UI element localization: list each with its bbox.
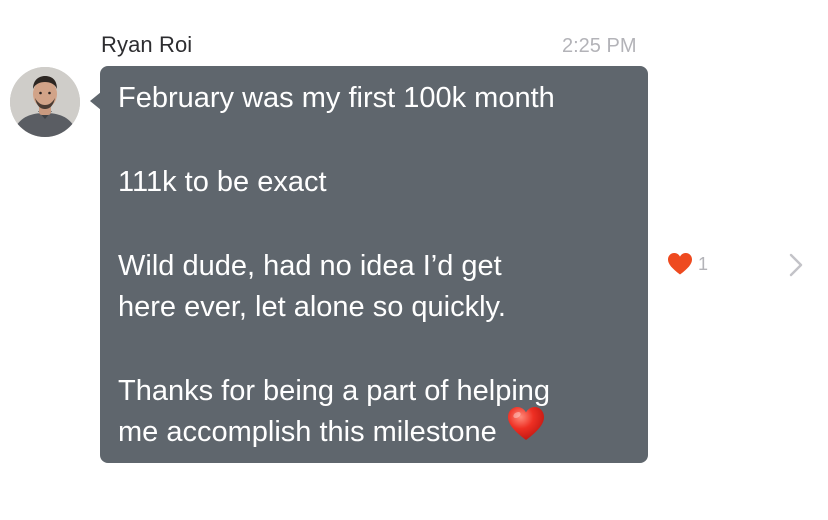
avatar[interactable] bbox=[10, 67, 80, 137]
message-line: here ever, let alone so quickly. bbox=[118, 291, 506, 323]
chevron-right-icon[interactable] bbox=[788, 252, 804, 283]
heart-emoji-icon bbox=[507, 406, 545, 454]
message-bubble[interactable]: February was my first 100k month 111k to… bbox=[100, 66, 648, 463]
message-line: 111k to be exact bbox=[118, 166, 327, 198]
message-line: Wild dude, had no idea I’d get bbox=[118, 250, 502, 282]
heart-icon bbox=[668, 253, 692, 275]
message-line-text: me accomplish this milestone bbox=[118, 416, 497, 448]
message-line: February was my first 100k month bbox=[118, 82, 555, 114]
reaction[interactable]: 1 bbox=[667, 252, 708, 276]
sender-name: Ryan Roi bbox=[101, 32, 193, 57]
message-timestamp: 2:25 PM bbox=[562, 35, 637, 57]
message-line: Thanks for being a part of helping bbox=[118, 375, 551, 407]
message-line-last: me accomplish this milestone bbox=[118, 407, 630, 453]
reaction-count: 1 bbox=[698, 253, 709, 274]
avatar-photo-icon bbox=[10, 67, 80, 137]
